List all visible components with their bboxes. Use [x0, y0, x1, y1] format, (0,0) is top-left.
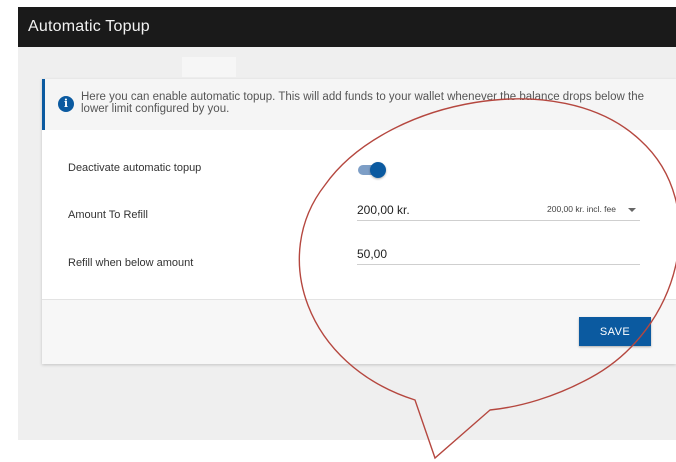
automatic-topup-toggle[interactable] [356, 162, 386, 178]
amount-fee-text: 200,00 kr. incl. fee [547, 204, 616, 214]
toggle-label: Deactivate automatic topup [68, 162, 202, 174]
below-amount-field[interactable]: 50,00 [357, 247, 640, 265]
topup-settings-card: i Here you can enable automatic topup. T… [42, 79, 676, 364]
title-bar: Automatic Topup [18, 7, 676, 47]
tab-placeholder [182, 57, 236, 77]
info-icon: i [58, 96, 74, 112]
info-text: Here you can enable automatic topup. Thi… [81, 91, 644, 115]
below-amount-value: 50,00 [357, 247, 388, 261]
page-title: Automatic Topup [28, 18, 150, 35]
amount-label: Amount To Refill [68, 209, 148, 221]
info-banner: i Here you can enable automatic topup. T… [42, 79, 676, 130]
card-footer: SAVE [42, 299, 676, 364]
amount-value: 200,00 kr. [357, 203, 410, 217]
save-button[interactable]: SAVE [579, 317, 651, 346]
below-amount-label: Refill when below amount [68, 257, 194, 269]
screen: Automatic Topup i Here you can enable au… [0, 0, 676, 462]
amount-select[interactable]: 200,00 kr. 200,00 kr. incl. fee [357, 203, 640, 221]
toggle-knob [370, 162, 386, 178]
chevron-down-icon [628, 208, 636, 212]
content-area: i Here you can enable automatic topup. T… [18, 47, 676, 440]
